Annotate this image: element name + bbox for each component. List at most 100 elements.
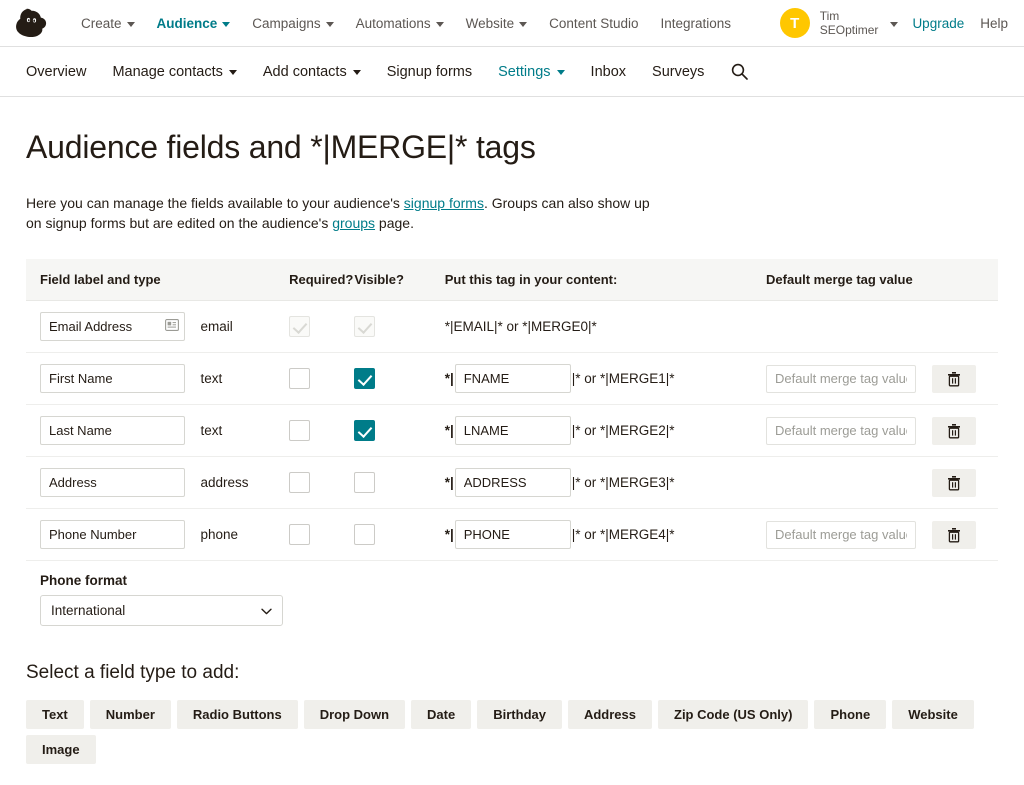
topnav-item-content-studio[interactable]: Content Studio — [538, 12, 649, 35]
chevron-down-icon[interactable] — [890, 22, 898, 27]
topnav-label: Audience — [157, 16, 218, 31]
visible-cell — [354, 353, 444, 405]
default-merge-tag-input-first-name[interactable] — [766, 365, 916, 393]
upgrade-link[interactable]: Upgrade — [912, 16, 964, 31]
topnav-label: Website — [466, 16, 515, 31]
groups-link[interactable]: groups — [332, 215, 375, 231]
required-cell — [289, 353, 354, 405]
subnav-item-add-contacts[interactable]: Add contacts — [250, 58, 374, 86]
field-type-button-number[interactable]: Number — [90, 700, 171, 729]
default-value-cell — [766, 301, 932, 353]
default-value-cell — [766, 405, 932, 457]
merge-tag-prefix: *| — [445, 423, 454, 438]
delete-field-button-last-name[interactable] — [932, 417, 976, 445]
account-name[interactable]: Tim SEOptimer — [820, 9, 879, 37]
subnav-label: Inbox — [591, 64, 626, 80]
chevron-down-icon — [229, 70, 237, 75]
required-checkbox-address[interactable] — [289, 472, 310, 493]
field-type-button-zip-code[interactable]: Zip Code (US Only) — [658, 700, 808, 729]
account-name-line1: Tim — [820, 9, 879, 23]
subnav-item-inbox[interactable]: Inbox — [578, 58, 639, 86]
delete-cell — [932, 405, 998, 457]
column-header-default: Default merge tag value — [766, 259, 932, 301]
column-header-visible: Visible? — [354, 259, 444, 301]
field-type-label: text — [200, 423, 222, 438]
trash-icon — [947, 527, 961, 543]
field-type-button-image[interactable]: Image — [26, 735, 96, 764]
topnav-item-automations[interactable]: Automations — [345, 12, 455, 35]
default-value-cell — [766, 509, 932, 561]
topnav-label: Create — [81, 16, 122, 31]
visible-checkbox-last-name[interactable] — [354, 420, 375, 441]
delete-field-button-address[interactable] — [932, 469, 976, 497]
merge-tag-input-address[interactable] — [455, 468, 571, 497]
delete-cell — [932, 457, 998, 509]
topnav-item-audience[interactable]: Audience — [146, 12, 242, 35]
mailchimp-logo-icon[interactable] — [14, 6, 56, 40]
subnav-label: Signup forms — [387, 64, 472, 80]
field-label-input-phone-number[interactable] — [40, 520, 185, 549]
topnav-item-website[interactable]: Website — [455, 12, 539, 35]
visible-checkbox-phone[interactable] — [354, 524, 375, 545]
delete-cell — [932, 353, 998, 405]
field-label-input-last-name[interactable] — [40, 416, 185, 445]
field-type-button-text[interactable]: Text — [26, 700, 84, 729]
chevron-down-icon — [353, 70, 361, 75]
phone-format-selected-value: International — [51, 603, 125, 618]
subnav-item-overview[interactable]: Overview — [26, 58, 99, 86]
merge-tag-input-fname[interactable] — [455, 364, 571, 393]
field-label-input-email[interactable] — [40, 312, 185, 341]
chevron-down-icon — [127, 22, 135, 27]
topnav-label: Automations — [356, 16, 431, 31]
help-link[interactable]: Help — [980, 16, 1008, 31]
required-cell — [289, 509, 354, 561]
top-nav-items: Create Audience Campaigns Automations We… — [70, 12, 742, 35]
topnav-item-integrations[interactable]: Integrations — [649, 12, 742, 35]
required-checkbox-first-name[interactable] — [289, 368, 310, 389]
visible-checkbox-address[interactable] — [354, 472, 375, 493]
subnav-label: Overview — [26, 64, 86, 80]
field-type-button-website[interactable]: Website — [892, 700, 974, 729]
topnav-item-campaigns[interactable]: Campaigns — [241, 12, 344, 35]
field-type-button-group: Text Number Radio Buttons Drop Down Date… — [26, 700, 998, 764]
visible-cell — [354, 457, 444, 509]
delete-field-button-phone[interactable] — [932, 521, 976, 549]
field-type-button-drop-down[interactable]: Drop Down — [304, 700, 405, 729]
delete-cell — [932, 509, 998, 561]
chevron-down-icon — [557, 70, 565, 75]
delete-cell — [932, 301, 998, 353]
table-row: address *||* or *|MERGE3|* — [26, 457, 998, 509]
field-label-input-first-name[interactable] — [40, 364, 185, 393]
field-label-cell: phone — [26, 509, 289, 561]
merge-tag-input-phone[interactable] — [455, 520, 571, 549]
field-label-cell: text — [26, 353, 289, 405]
merge-tag-input-lname[interactable] — [455, 416, 571, 445]
avatar[interactable]: T — [780, 8, 810, 38]
delete-field-button-first-name[interactable] — [932, 365, 976, 393]
visible-checkbox-first-name[interactable] — [354, 368, 375, 389]
subnav-item-settings[interactable]: Settings — [485, 58, 577, 86]
signup-forms-link[interactable]: signup forms — [404, 195, 484, 211]
field-type-button-radio-buttons[interactable]: Radio Buttons — [177, 700, 298, 729]
topnav-item-create[interactable]: Create — [70, 12, 146, 35]
search-icon[interactable] — [731, 63, 748, 80]
field-type-button-birthday[interactable]: Birthday — [477, 700, 562, 729]
field-type-button-address[interactable]: Address — [568, 700, 652, 729]
chevron-down-icon — [326, 22, 334, 27]
subnav-item-signup-forms[interactable]: Signup forms — [374, 58, 485, 86]
required-checkbox-phone[interactable] — [289, 524, 310, 545]
default-merge-tag-input-last-name[interactable] — [766, 417, 916, 445]
field-type-button-date[interactable]: Date — [411, 700, 471, 729]
column-header-tag: Put this tag in your content: — [445, 259, 766, 301]
phone-format-select[interactable]: International — [40, 595, 283, 626]
required-checkbox-last-name[interactable] — [289, 420, 310, 441]
subnav-item-surveys[interactable]: Surveys — [639, 58, 717, 86]
subnav-label: Settings — [498, 64, 550, 80]
default-merge-tag-input-phone[interactable] — [766, 521, 916, 549]
table-row: phone *||* or *|MERGE4|* — [26, 509, 998, 561]
field-type-button-phone[interactable]: Phone — [814, 700, 886, 729]
merge-tag-cell: *||* or *|MERGE1|* — [445, 353, 766, 405]
field-label-input-address[interactable] — [40, 468, 185, 497]
subnav-item-manage-contacts[interactable]: Manage contacts — [99, 58, 249, 86]
account-name-line2: SEOptimer — [820, 23, 879, 37]
